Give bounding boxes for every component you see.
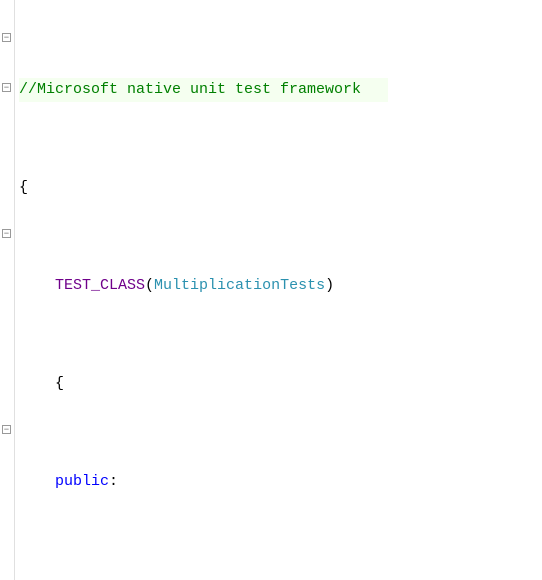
class-name: MultiplicationTests (154, 277, 325, 294)
folding-gutter: − − − − (0, 0, 15, 580)
blank-line[interactable] (19, 568, 388, 580)
macro-identifier: TEST_CLASS (55, 277, 145, 294)
indent (19, 473, 55, 490)
fold-toggle[interactable]: − (2, 425, 11, 434)
code-line[interactable]: //Microsoft native unit test framework (19, 78, 388, 103)
code-line[interactable]: { (19, 372, 388, 397)
brace: { (19, 179, 28, 196)
fold-toggle[interactable]: − (2, 33, 11, 42)
code-area[interactable]: //Microsoft native unit test framework {… (15, 0, 388, 580)
keyword-public: public (55, 473, 109, 490)
fold-toggle[interactable]: − (2, 229, 11, 238)
indent (19, 375, 55, 392)
code-line[interactable]: { (19, 176, 388, 201)
comment-text: //Microsoft native unit test framework (19, 81, 361, 98)
paren: ) (325, 277, 334, 294)
colon: : (109, 473, 118, 490)
code-editor[interactable]: − − − − //Microsoft native unit test fra… (0, 0, 542, 580)
indent (19, 277, 55, 294)
fold-toggle[interactable]: − (2, 83, 11, 92)
code-line[interactable]: TEST_CLASS(MultiplicationTests) (19, 274, 388, 299)
code-line[interactable]: public: (19, 470, 388, 495)
paren: ( (145, 277, 154, 294)
brace: { (55, 375, 64, 392)
